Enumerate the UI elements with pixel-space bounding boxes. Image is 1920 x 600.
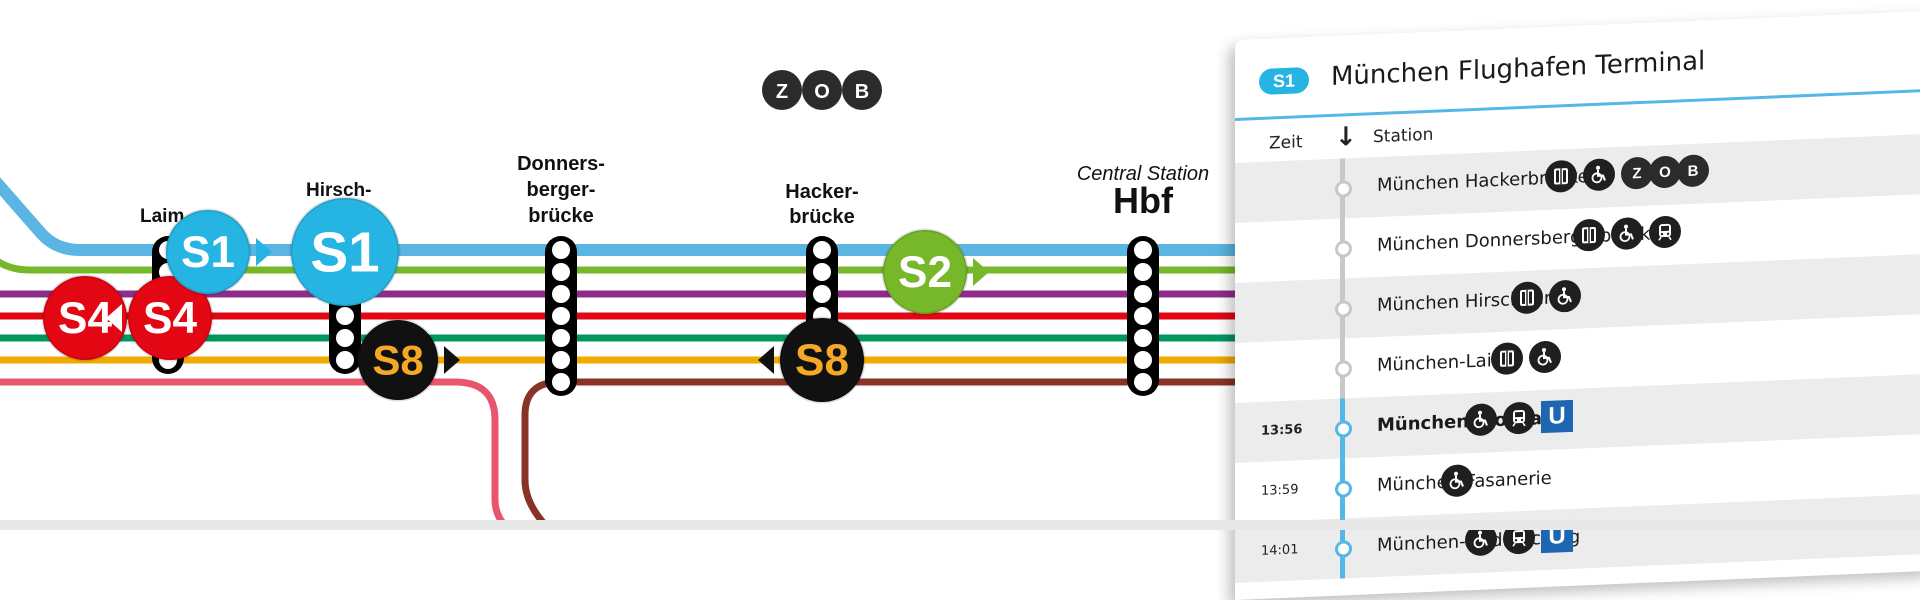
wheelchair-icon (1465, 403, 1497, 437)
station-label-donners-2: berger- (527, 179, 596, 201)
station-label-hacker-1: Hacker- (785, 181, 858, 203)
stop-icons (1491, 340, 1561, 376)
zob-letter: Z (762, 70, 802, 110)
wheelchair-icon (1529, 340, 1561, 374)
svg-text:B: B (855, 81, 869, 103)
s7-line (521, 378, 1244, 530)
svg-text:O: O (814, 81, 830, 103)
stop-dot (1335, 540, 1352, 558)
station-marker-hbf (1127, 236, 1159, 396)
column-time-label: Zeit (1269, 132, 1303, 154)
svg-text:S1: S1 (181, 228, 235, 277)
stop-dot (1335, 360, 1352, 378)
wheelchair-icon (1549, 279, 1581, 313)
svg-text:S8: S8 (372, 336, 423, 383)
zob-letter: O (802, 70, 842, 110)
s20-line (0, 378, 515, 530)
train-icon (1503, 401, 1535, 435)
s2-badge: S2 (881, 228, 989, 316)
stop-dot (1335, 300, 1352, 318)
svg-text:S4: S4 (143, 294, 197, 343)
column-station-label: Station (1373, 124, 1434, 148)
wheelchair-icon (1583, 158, 1615, 192)
wheelchair-icon (1611, 216, 1643, 251)
stop-dot (1335, 240, 1352, 258)
stop-list: München Hackerbrücke Z O B München Donnersbe… (1235, 133, 1920, 583)
zob-icon: ZOB (762, 70, 882, 110)
station-label-donners-1: Donners- (517, 153, 605, 175)
stop-time: 13:59 (1261, 482, 1299, 499)
door-icon (1511, 281, 1543, 315)
door-icon (1573, 218, 1605, 252)
destination-title: München Flughafen Terminal (1331, 46, 1706, 92)
stop-time: 14:01 (1261, 542, 1299, 559)
s1-badge: S1 (289, 196, 401, 308)
stop-icons (1441, 464, 1473, 498)
stop-dot (1335, 480, 1352, 498)
stop-dot (1335, 420, 1352, 438)
timetable-panel: S1 München Flughafen Terminal Zeit ↓ Sta… (1235, 10, 1920, 600)
stop-time: 13:56 (1261, 422, 1303, 439)
stop-name: München-Laim (1377, 349, 1510, 377)
line-badge-s1: S1 (1259, 66, 1309, 95)
stop-icons: ZOB (1545, 154, 1709, 194)
train-icon (1649, 215, 1681, 249)
svg-text:S8: S8 (795, 336, 849, 385)
stop-dot (1335, 180, 1352, 198)
stop-icons: U (1465, 399, 1573, 437)
station-label-hbf: Hbf (1113, 180, 1174, 221)
arrow-down-icon: ↓ (1335, 121, 1357, 153)
stop-icons (1511, 279, 1581, 315)
s8-badge: S8 (356, 318, 460, 402)
zob-letter: B (842, 70, 882, 110)
station-label-hacker-2: brücke (789, 206, 855, 228)
wheelchair-icon (1441, 464, 1473, 498)
station-marker-donnersbergerbruecke (545, 236, 577, 396)
zob-icon: ZOB (1621, 154, 1709, 190)
s1-badge: S1 (164, 208, 272, 296)
svg-text:S2: S2 (898, 248, 952, 297)
door-icon (1545, 159, 1577, 194)
station-label-donners-3: brücke (528, 205, 594, 227)
stop-icons (1573, 215, 1681, 252)
svg-text:S4: S4 (58, 294, 112, 343)
svg-text:Z: Z (776, 81, 788, 103)
ubahn-icon: U (1541, 399, 1573, 434)
bottom-edge (0, 520, 1920, 530)
s8-badge: S8 (758, 316, 866, 404)
svg-text:S1: S1 (310, 221, 379, 284)
door-icon (1491, 341, 1523, 376)
